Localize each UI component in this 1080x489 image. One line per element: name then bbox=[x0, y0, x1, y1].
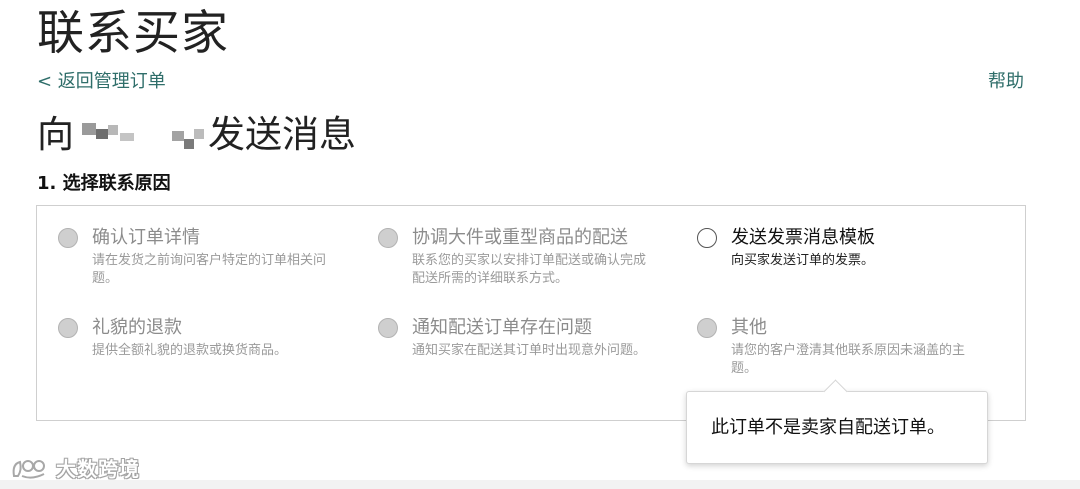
message-heading-prefix: 向 bbox=[37, 113, 74, 156]
reason-option-description: 通知买家在配送其订单时出现意外问题。 bbox=[412, 343, 647, 358]
radio-button[interactable] bbox=[58, 228, 78, 248]
reason-option-description: 提供全额礼貌的退款或换货商品。 bbox=[92, 343, 288, 358]
message-heading-suffix: 发送消息 bbox=[208, 113, 356, 156]
watermark: 大数跨境 bbox=[10, 455, 140, 483]
reason-option-title: 通知配送订单存在问题 bbox=[412, 317, 592, 338]
reason-option-title: 确认订单详情 bbox=[92, 227, 200, 248]
reason-option-description: 请在发货之前询问客户特定的订单相关问题。 bbox=[92, 253, 327, 286]
page-title: 联系买家 bbox=[37, 6, 229, 61]
reason-option-title: 礼貌的退款 bbox=[92, 317, 182, 338]
radio-button[interactable] bbox=[378, 228, 398, 248]
help-link[interactable]: 帮助 bbox=[988, 70, 1024, 94]
brand-logo-icon bbox=[12, 460, 45, 479]
radio-button[interactable] bbox=[697, 228, 717, 248]
radio-button[interactable] bbox=[378, 318, 398, 338]
bottom-strip bbox=[0, 480, 1080, 489]
radio-button[interactable] bbox=[697, 318, 717, 338]
reason-option-description: 请您的客户澄清其他联系原因未涵盖的主题。 bbox=[731, 343, 966, 376]
watermark-text: 大数跨境 bbox=[56, 457, 140, 481]
reason-option-title: 其他 bbox=[731, 317, 767, 338]
reason-option-title: 协调大件或重型商品的配送 bbox=[412, 227, 628, 248]
disabled-reason-tooltip: 此订单不是卖家自配送订单。 bbox=[686, 391, 988, 464]
contact-reason-panel: 确认订单详情 请在发货之前询问客户特定的订单相关问题。 协调大件或重型商品的配送… bbox=[36, 205, 1026, 421]
reason-option-title: 发送发票消息模板 bbox=[731, 227, 875, 248]
reason-option-description: 联系您的买家以安排订单配送或确认完成配送所需的详细联系方式。 bbox=[412, 253, 647, 286]
tooltip-text: 此订单不是卖家自配送订单。 bbox=[711, 417, 945, 438]
redacted-buyer-name bbox=[76, 113, 206, 153]
back-to-manage-orders-link[interactable]: < 返回管理订单 bbox=[37, 70, 166, 94]
section-label-contact-reason: 1. 选择联系原因 bbox=[37, 173, 171, 194]
reason-option-description: 向买家发送订单的发票。 bbox=[731, 253, 875, 268]
message-heading: 向 发送消息 bbox=[37, 112, 356, 158]
radio-button[interactable] bbox=[58, 318, 78, 338]
